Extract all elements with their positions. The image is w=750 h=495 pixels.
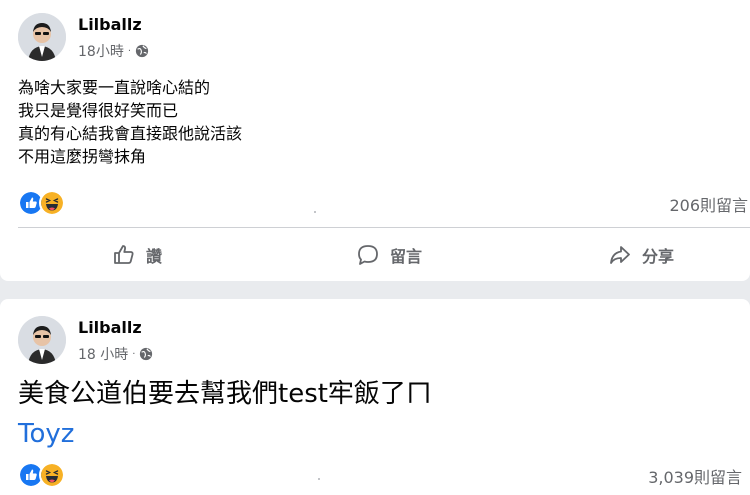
post-author[interactable]: Lilballz [78,15,142,34]
meta-separator: · [132,348,136,360]
share-label: 分享 [642,247,675,266]
post-text-line: 我只是覺得很好笑而已 [18,101,179,120]
reaction-summary[interactable] [18,190,65,216]
thumb-up-icon [114,245,134,264]
post-timestamp[interactable]: 18小時 [78,41,124,61]
post-text: 為啥大家要一直說啥心結的 我只是覺得很好笑而已 真的有心結我會直接跟他說活該 不… [18,76,242,168]
post-text-line: 不用這麼拐彎抹角 [18,147,147,166]
avatar[interactable] [18,316,66,364]
decorative-dot [318,478,320,480]
post-timestamp[interactable]: 18 小時 [78,344,128,364]
post-author[interactable]: Lilballz [78,318,142,337]
post-text-line: 為啥大家要一直說啥心結的 [18,78,211,97]
post-meta: 18小時 · [78,41,149,61]
post-meta: 18 小時 · [78,344,153,364]
share-button[interactable]: 分享 [608,240,674,270]
comment-count[interactable]: 3,039則留言 [648,464,742,488]
post-text-line: 真的有心結我會直接跟他說活該 [18,124,243,143]
meta-separator: · [127,45,132,57]
comment-count[interactable]: 206則留言 [669,192,748,216]
post-card: Lilballz 18小時 · 為啥大家要一直說啥心結的 我只是覺得很好笑而已 … [0,0,750,281]
avatar[interactable] [18,13,66,61]
share-arrow-icon [610,246,630,264]
like-button[interactable]: 讚 [112,240,162,270]
like-label: 讚 [146,247,163,266]
haha-reaction-icon [39,190,65,216]
globe-icon [135,44,149,58]
post-text: 美食公道伯要去幫我們test牢飯了ㄇ [18,379,432,409]
comment-button[interactable]: 留言 [356,240,422,270]
divider [18,227,750,228]
comment-bubble-icon [358,245,378,265]
haha-reaction-icon [39,462,65,488]
profile-link[interactable]: Toyz [18,418,74,450]
comment-label: 留言 [390,247,423,266]
globe-icon [140,347,153,361]
decorative-dot [314,211,316,213]
reaction-summary[interactable] [18,462,65,488]
